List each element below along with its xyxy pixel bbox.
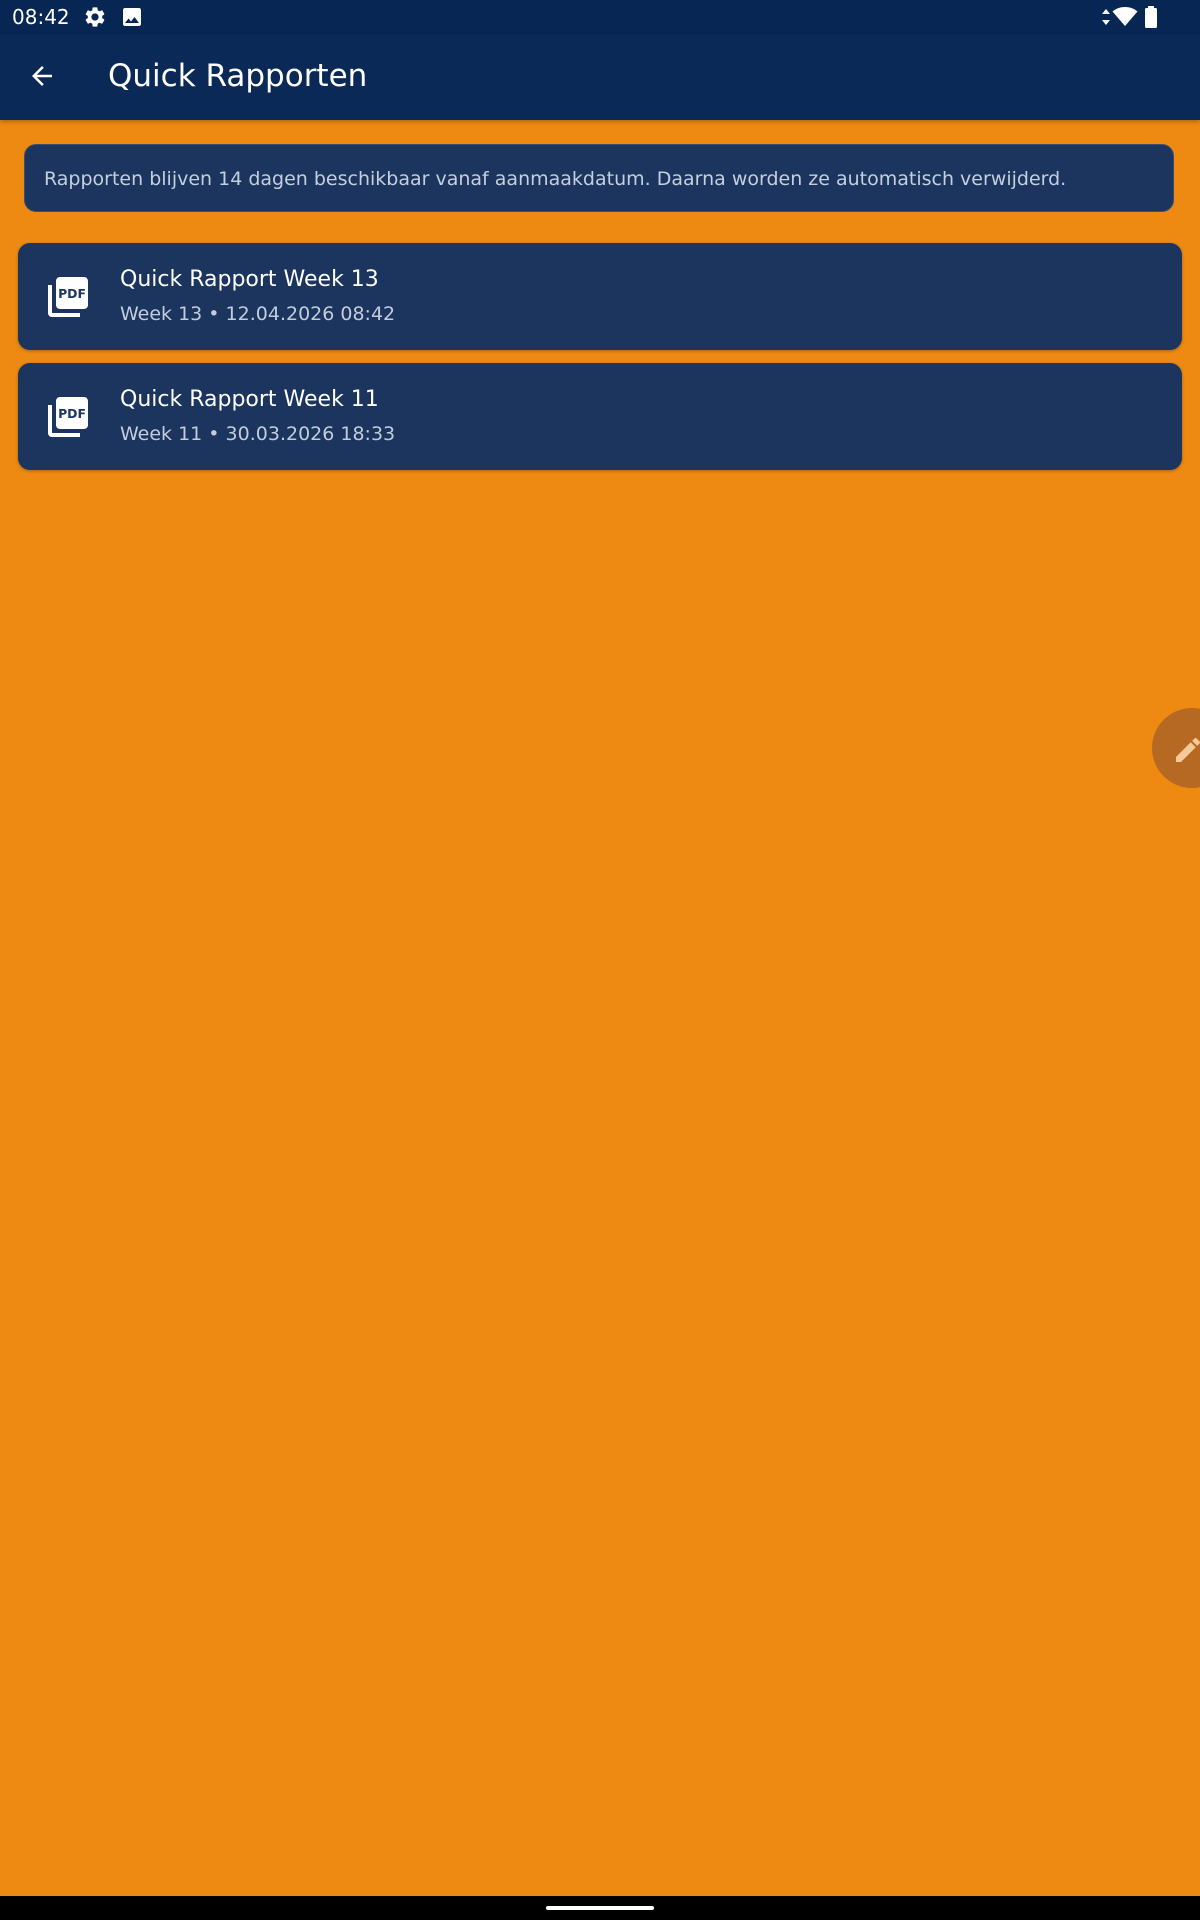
report-list: PDF Quick Rapport Week 13 Week 13 • 12.0…: [18, 243, 1182, 483]
navigation-bar: [0, 1896, 1200, 1920]
app-bar: Quick Rapporten: [0, 34, 1200, 120]
page-title: Quick Rapporten: [108, 58, 368, 94]
data-arrows-icon: [1102, 9, 1110, 25]
svg-text:PDF: PDF: [58, 286, 86, 301]
status-time: 08:42: [12, 5, 70, 29]
report-item[interactable]: PDF Quick Rapport Week 13 Week 13 • 12.0…: [18, 243, 1182, 350]
report-title: Quick Rapport Week 11: [120, 387, 379, 412]
pdf-icon: PDF: [48, 277, 88, 317]
home-handle[interactable]: [546, 1906, 654, 1910]
arrow-left-icon: [32, 66, 52, 86]
edit-fab[interactable]: [1152, 708, 1200, 788]
info-banner-text: Rapporten blijven 14 dagen beschikbaar v…: [44, 168, 1067, 190]
pencil-icon: [1176, 737, 1200, 762]
battery-icon: [1145, 6, 1157, 28]
report-item[interactable]: PDF Quick Rapport Week 11 Week 11 • 30.0…: [18, 363, 1182, 470]
report-subtitle: Week 13 • 12.04.2026 08:42: [120, 303, 396, 325]
pdf-icon: PDF: [48, 397, 88, 437]
image-icon: [123, 8, 141, 26]
report-title: Quick Rapport Week 13: [120, 267, 379, 292]
gear-icon: [85, 7, 105, 27]
edit-fab-container: [1152, 708, 1200, 788]
back-button[interactable]: [18, 52, 66, 100]
report-subtitle: Week 11 • 30.03.2026 18:33: [120, 423, 396, 445]
info-banner: Rapporten blijven 14 dagen beschikbaar v…: [24, 144, 1174, 212]
wifi-icon: [1112, 7, 1138, 26]
status-bar: 08:42: [0, 0, 1200, 34]
svg-text:PDF: PDF: [58, 406, 86, 421]
